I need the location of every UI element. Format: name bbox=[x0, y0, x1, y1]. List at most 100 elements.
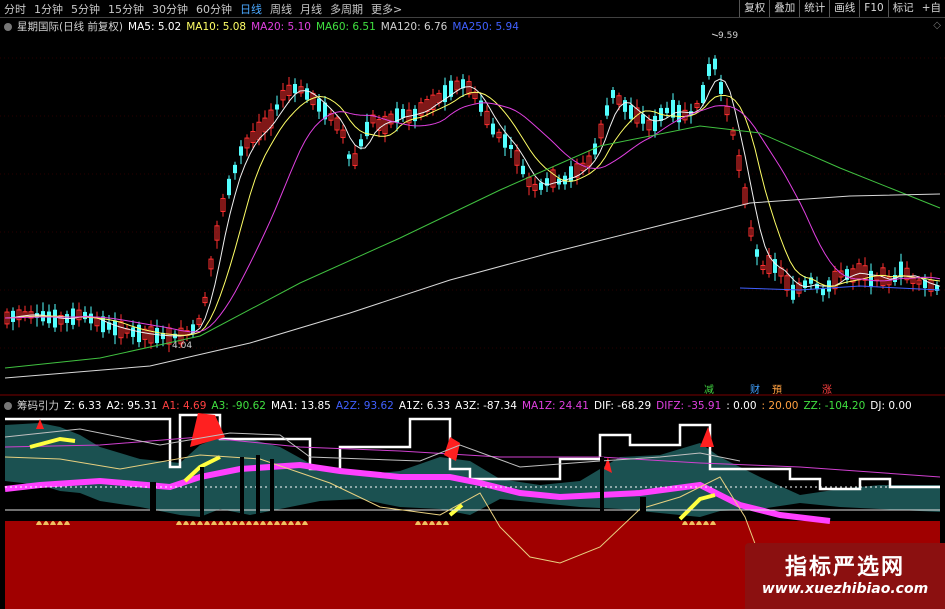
ma-label-2: MA20: 5.10 bbox=[251, 21, 311, 33]
candle-body bbox=[641, 114, 645, 124]
indicator-param-13: ZZ: -104.20 bbox=[803, 400, 866, 412]
gap-bar bbox=[270, 459, 274, 515]
candle-body bbox=[113, 320, 117, 336]
indicator-info-bar: 筹码引力 Z: 6.33 A2: 95.31 A1: 4.69 A3: -90.62 MA… bbox=[4, 398, 922, 413]
candle-body bbox=[707, 64, 711, 76]
indicator-param-3: A3: -90.62 bbox=[211, 400, 266, 412]
gap-bar bbox=[640, 497, 646, 517]
candle-body bbox=[131, 327, 135, 337]
toolbar-button-3[interactable]: 画线 bbox=[829, 0, 859, 17]
candle-body bbox=[347, 154, 351, 159]
low-price-label: 4.04 bbox=[172, 341, 192, 351]
tab-10[interactable]: 更多> bbox=[367, 1, 406, 17]
candle-body bbox=[359, 139, 363, 147]
toolbar-button-4[interactable]: F10 bbox=[859, 0, 887, 17]
tab-3[interactable]: 15分钟 bbox=[104, 1, 148, 17]
candle-body bbox=[275, 104, 279, 110]
candle-body bbox=[623, 100, 627, 112]
tab-2[interactable]: 5分钟 bbox=[67, 1, 104, 17]
indicator-param-2: A1: 4.69 bbox=[162, 400, 207, 412]
settings-icon[interactable] bbox=[4, 23, 12, 31]
candle-body bbox=[791, 284, 795, 300]
candle-body bbox=[89, 313, 93, 324]
watermark-title: 指标严选网 bbox=[784, 555, 905, 580]
tab-6[interactable]: 日线 bbox=[236, 1, 266, 17]
candle-body bbox=[629, 105, 633, 119]
diamond-icon[interactable]: ◇ bbox=[933, 20, 941, 31]
right-toolbar: 复权 叠加 统计 画线 F10 标记 +自 bbox=[739, 0, 945, 17]
settings-icon[interactable] bbox=[4, 402, 12, 410]
event-marker-2: 預 bbox=[772, 384, 782, 396]
ma-label-3: MA60: 6.51 bbox=[315, 21, 376, 33]
candle-body bbox=[899, 261, 903, 278]
candle-body bbox=[821, 288, 825, 296]
candle-body bbox=[611, 90, 615, 98]
candle-body bbox=[509, 144, 513, 150]
gap-bar bbox=[150, 482, 156, 512]
candle-body bbox=[653, 115, 657, 132]
stock-title: 星期国际(日线 前复权) bbox=[17, 21, 124, 33]
candle-body bbox=[701, 85, 705, 103]
ma-label-1: MA10: 5.08 bbox=[186, 21, 247, 33]
toolbar-button-1[interactable]: 叠加 bbox=[769, 0, 799, 17]
candle-body bbox=[665, 107, 669, 114]
candle-body bbox=[869, 270, 873, 288]
ma-label-4: MA120: 6.76 bbox=[380, 21, 448, 33]
ma-label-0: MA5: 5.02 bbox=[128, 21, 182, 33]
candle-body bbox=[521, 165, 525, 175]
tab-5[interactable]: 60分钟 bbox=[192, 1, 236, 17]
toolbar-button-2[interactable]: 统计 bbox=[799, 0, 829, 17]
price-chart[interactable]: 9.59 4.04 减 财預 涨 bbox=[0, 18, 945, 396]
indicator-param-14: DJ: 0.00 bbox=[870, 400, 912, 412]
candle-body bbox=[83, 311, 87, 320]
indicator-param-10: DIFZ: -35.91 bbox=[656, 400, 722, 412]
indicator-param-12: : 20.00 bbox=[761, 400, 799, 412]
indicator-param-8: MA1Z: 24.41 bbox=[521, 400, 589, 412]
gap-bar bbox=[200, 467, 204, 517]
tab-9[interactable]: 多周期 bbox=[326, 1, 367, 17]
candle-body bbox=[719, 82, 723, 94]
gap-bar bbox=[256, 455, 260, 515]
tab-0[interactable]: 分时 bbox=[0, 1, 30, 17]
toolbar-button-5[interactable]: 标记 bbox=[887, 0, 918, 17]
indicator-param-7: A3Z: -87.34 bbox=[455, 400, 517, 412]
event-marker-1: 财 bbox=[750, 383, 760, 396]
candle-body bbox=[53, 309, 57, 328]
indicator-param-11: : 0.00 bbox=[726, 400, 757, 412]
indicator-param-6: A1Z: 6.33 bbox=[398, 400, 451, 412]
watermark: 指标严选网 www.xuezhibiao.com bbox=[745, 543, 945, 609]
candle-body bbox=[227, 178, 231, 196]
indicator-param-5: A2Z: 93.62 bbox=[335, 400, 394, 412]
gap-bar bbox=[600, 457, 604, 517]
gap-bar bbox=[240, 457, 244, 517]
tab-7[interactable]: 周线 bbox=[266, 1, 296, 17]
toolbar-more[interactable]: +自 bbox=[918, 0, 945, 17]
indicator-param-0: Z: 6.33 bbox=[64, 400, 102, 412]
ma-info-bar: 星期国际(日线 前复权) MA5: 5.02 MA10: 5.08 MA20: 5.1… bbox=[4, 19, 529, 34]
indicator-param-4: MA1: 13.85 bbox=[270, 400, 331, 412]
candle-body bbox=[569, 166, 573, 182]
candle-body bbox=[755, 249, 759, 257]
tab-8[interactable]: 月线 bbox=[296, 1, 326, 17]
candle-body bbox=[155, 327, 159, 344]
candle-body bbox=[137, 324, 141, 343]
ma-label-5: MA250: 5.94 bbox=[452, 21, 519, 33]
candle-body bbox=[503, 134, 507, 148]
indicator-param-1: A2: 95.31 bbox=[106, 400, 158, 412]
chart-bg bbox=[0, 18, 945, 396]
candle-body bbox=[317, 98, 321, 112]
event-marker-0: 减 bbox=[704, 384, 714, 396]
indicator-param-9: DIF: -68.29 bbox=[594, 400, 652, 412]
candle-body bbox=[293, 84, 297, 94]
indicator-title: 筹码引力 bbox=[17, 400, 59, 412]
tab-1[interactable]: 1分钟 bbox=[30, 1, 67, 17]
candle-body bbox=[479, 100, 483, 112]
tab-4[interactable]: 30分钟 bbox=[148, 1, 192, 17]
candle-body bbox=[539, 182, 543, 190]
candle-body bbox=[233, 164, 237, 174]
toolbar-button-0[interactable]: 复权 bbox=[739, 0, 769, 17]
candle-body bbox=[605, 105, 609, 116]
watermark-url: www.xuezhibiao.com bbox=[761, 581, 929, 597]
candle-body bbox=[11, 310, 15, 322]
high-price-label: 9.59 bbox=[718, 31, 738, 41]
